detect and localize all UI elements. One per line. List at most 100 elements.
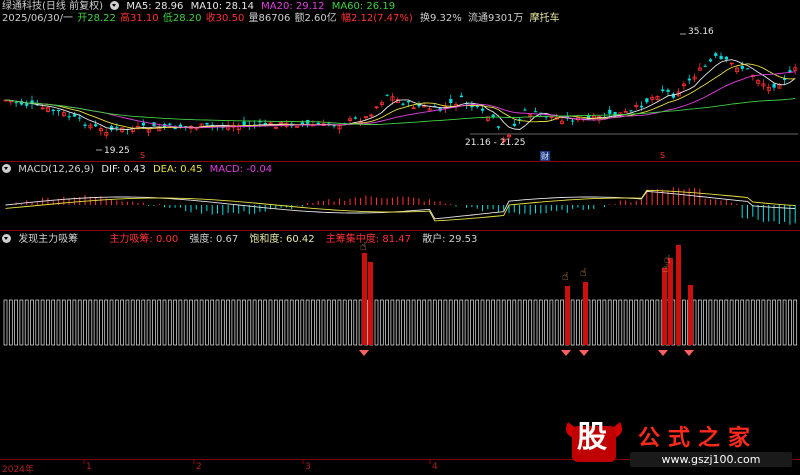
macd-settings-icon[interactable] bbox=[2, 164, 11, 173]
diamond-marker-icon bbox=[561, 350, 571, 356]
indicator-column bbox=[316, 299, 321, 346]
indicator-column bbox=[697, 299, 702, 346]
indicator-column bbox=[130, 299, 135, 346]
candle-body bbox=[571, 120, 575, 122]
indicator-column bbox=[385, 299, 389, 346]
indicator-column bbox=[210, 299, 215, 346]
candle-body bbox=[94, 124, 98, 127]
candle-body bbox=[67, 116, 71, 118]
candle-body bbox=[51, 109, 55, 112]
indicator-column bbox=[443, 299, 448, 346]
indicator-column bbox=[650, 299, 654, 346]
indicator-column bbox=[766, 299, 771, 346]
indicator-settings-icon[interactable] bbox=[2, 234, 11, 243]
accumulation-spike bbox=[662, 268, 667, 345]
candle-body bbox=[459, 95, 463, 98]
indicator-column bbox=[46, 299, 50, 346]
indicator-column bbox=[93, 299, 98, 346]
pointing-hand-icon: ☝ bbox=[580, 266, 587, 279]
indicator-column bbox=[279, 299, 283, 346]
watermark: 股 公式之家 www.gszj100.com bbox=[560, 414, 800, 473]
indicator-column bbox=[475, 299, 480, 346]
candle-body bbox=[115, 126, 119, 128]
indicator-column bbox=[406, 299, 411, 346]
indicator-column bbox=[533, 299, 538, 346]
indicator-column bbox=[321, 299, 326, 346]
indicator-column bbox=[247, 299, 252, 346]
candle-body bbox=[25, 103, 29, 106]
candle-body bbox=[714, 53, 718, 56]
indicator-header: 发现主力吸筹 主力吸筹: 0.00 强度: 0.67 饱和度: 60.42 主筹… bbox=[2, 234, 481, 246]
candle-body bbox=[496, 126, 501, 128]
indicator-column bbox=[215, 299, 220, 346]
indicator-column bbox=[485, 299, 490, 346]
indicator-column bbox=[220, 299, 225, 346]
candle-body bbox=[740, 65, 744, 69]
accumulation-spike bbox=[362, 253, 367, 345]
indicator-column bbox=[194, 299, 199, 346]
indicator-sanhu-value: 29.53 bbox=[448, 234, 478, 245]
s-marker-2: S bbox=[660, 151, 666, 160]
watermark-url: www.gszj100.com bbox=[630, 452, 792, 467]
candle-body bbox=[534, 111, 538, 113]
candle-body bbox=[687, 78, 691, 81]
indicator-column bbox=[157, 299, 162, 346]
indicator-column bbox=[99, 299, 103, 346]
indicator-column bbox=[639, 299, 644, 346]
candle-body bbox=[83, 124, 87, 126]
indicator-column bbox=[507, 299, 511, 346]
candle-body bbox=[481, 108, 485, 111]
indicator-column bbox=[401, 299, 405, 346]
indicator-column bbox=[141, 299, 146, 346]
indicator-title: 发现主力吸筹 bbox=[18, 234, 79, 245]
indicator-column bbox=[517, 299, 522, 346]
indicator-column bbox=[491, 299, 495, 346]
indicator-column bbox=[273, 299, 278, 346]
indicator-column bbox=[544, 299, 548, 346]
indicator-column bbox=[523, 299, 527, 346]
diamond-marker-icon bbox=[684, 350, 694, 356]
candle-body bbox=[406, 101, 410, 103]
indicator-column bbox=[199, 299, 204, 346]
indicator-column bbox=[496, 299, 501, 346]
candle-body bbox=[719, 55, 723, 60]
indicator-column bbox=[560, 299, 564, 346]
indicator-column bbox=[178, 299, 183, 346]
diamond-marker-icon bbox=[359, 350, 369, 356]
pointing-hand-icon: ☝ bbox=[562, 270, 569, 283]
indicator-column bbox=[374, 299, 379, 346]
indicator-jizhong-label: 主筹集中度: bbox=[325, 234, 383, 245]
indicator-column bbox=[655, 299, 660, 346]
indicator-column bbox=[713, 299, 718, 346]
indicator-column bbox=[379, 299, 384, 346]
indicator-column bbox=[644, 299, 649, 346]
indicator-column bbox=[750, 299, 755, 346]
indicator-column bbox=[719, 299, 723, 346]
macd-dif: DIF: 0.43 bbox=[101, 164, 146, 175]
candle-body bbox=[772, 83, 776, 88]
indicator-column bbox=[390, 299, 395, 346]
ma5-line bbox=[5, 59, 796, 130]
indicator-column bbox=[395, 299, 400, 346]
indicator-column bbox=[729, 299, 734, 346]
indicator-column bbox=[788, 299, 792, 346]
indicator-column bbox=[326, 299, 331, 346]
indicator-column bbox=[35, 299, 40, 346]
pointing-hand-icon: ☝ bbox=[664, 253, 671, 266]
indicator-column bbox=[61, 299, 66, 346]
indicator-column bbox=[305, 299, 310, 346]
xaxis-label-4: 4 bbox=[432, 462, 438, 472]
candle-body bbox=[141, 122, 145, 126]
indicator-column bbox=[24, 299, 29, 346]
dif-line bbox=[5, 190, 796, 220]
indicator-column bbox=[77, 299, 82, 346]
indicator-column bbox=[512, 299, 517, 346]
indicator-column bbox=[761, 299, 766, 346]
indicator-column bbox=[242, 299, 246, 346]
indicator-column bbox=[311, 299, 315, 346]
xaxis-label-2024: 2024年 bbox=[2, 465, 34, 475]
indicator-column bbox=[607, 299, 612, 346]
indicator-column bbox=[152, 299, 156, 346]
indicator-column bbox=[162, 299, 167, 346]
candle-body bbox=[746, 68, 750, 70]
